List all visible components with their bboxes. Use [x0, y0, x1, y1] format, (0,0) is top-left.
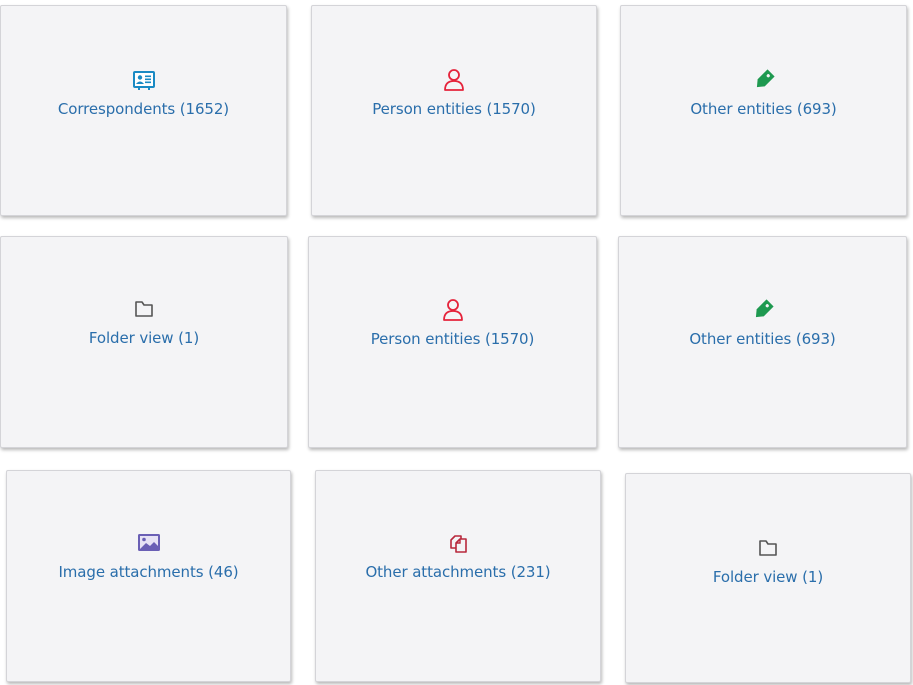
card-person-entities[interactable]: Person entities (1570): [308, 236, 597, 448]
card-label: Image attachments (46): [58, 563, 239, 581]
card-other-entities[interactable]: Other entities (693): [620, 5, 907, 216]
card-person-entities[interactable]: Person entities (1570): [311, 5, 597, 216]
image-icon: [135, 531, 163, 555]
card-label: Person entities (1570): [370, 330, 535, 348]
card-folder-view[interactable]: Folder view (1): [0, 236, 288, 448]
person-icon: [440, 68, 468, 92]
card-label: Other entities (693): [690, 100, 837, 118]
folder-icon: [754, 536, 782, 560]
card-correspondents[interactable]: Correspondents (1652): [0, 5, 287, 216]
card-label: Other entities (693): [689, 330, 836, 348]
tag-icon: [749, 298, 777, 322]
card-other-attachments[interactable]: Other attachments (231): [315, 470, 601, 682]
attachments-icon: [444, 531, 472, 555]
card-image-attachments[interactable]: Image attachments (46): [6, 470, 291, 682]
card-other-entities[interactable]: Other entities (693): [618, 236, 907, 448]
person-icon: [439, 298, 467, 322]
folder-icon: [130, 297, 158, 321]
facet-card-grid: Correspondents (1652) Person entities (1…: [0, 0, 913, 685]
card-label: Person entities (1570): [372, 100, 536, 118]
card-label: Folder view (1): [712, 568, 824, 586]
card-label: Folder view (1): [88, 329, 200, 347]
card-label: Correspondents (1652): [57, 100, 230, 118]
card-label: Other attachments (231): [365, 563, 551, 581]
card-folder-view[interactable]: Folder view (1): [625, 473, 911, 683]
contact-card-icon: [130, 68, 158, 92]
tag-icon: [750, 68, 778, 92]
